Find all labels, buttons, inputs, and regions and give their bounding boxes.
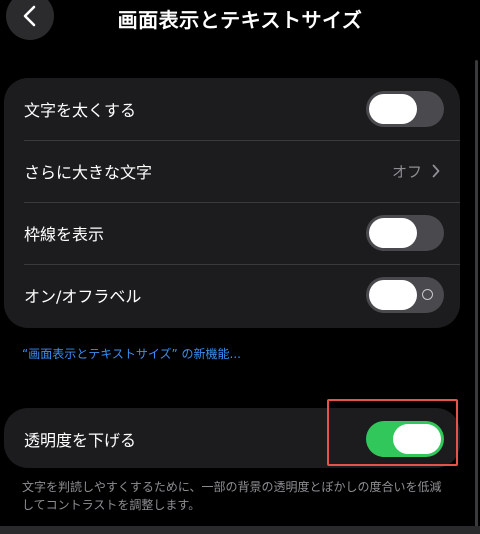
on-off-labels-row[interactable]: オン/オフラベル xyxy=(4,264,460,326)
whats-new-link[interactable]: “画面表示とテキストサイズ” の新機能... xyxy=(22,345,241,362)
button-shapes-label: 枠線を表示 xyxy=(24,225,105,244)
settings-group-text: 文字を太くする さらに大きな文字 オフ 枠線を表示 オン/オフラベル xyxy=(4,78,460,328)
reduce-transparency-description: 文字を判読しやすくするために、一部の背景の透明度とぼかしの度合いを低減してコント… xyxy=(22,480,442,512)
button-shapes-toggle[interactable] xyxy=(366,215,444,251)
bold-text-label: 文字を太くする xyxy=(24,101,137,120)
highlight-box xyxy=(327,399,458,466)
bottom-bar xyxy=(0,526,480,534)
off-indicator-icon xyxy=(422,289,433,300)
bold-text-row[interactable]: 文字を太くする xyxy=(4,78,460,140)
toggle-knob xyxy=(369,218,417,248)
chevron-right-icon xyxy=(432,164,440,178)
display-text-size-screen: 画面表示とテキストサイズ 文字を太くする さらに大きな文字 オフ 枠線を表示 オ… xyxy=(0,0,480,534)
navigation-header: 画面表示とテキストサイズ xyxy=(0,0,480,40)
toggle-knob xyxy=(369,94,417,124)
larger-text-value-wrap: オフ xyxy=(392,161,440,182)
toggle-knob xyxy=(369,280,417,310)
reduce-transparency-label: 透明度を下げる xyxy=(24,431,137,450)
scroll-indicator[interactable] xyxy=(475,60,478,530)
on-off-labels-label: オン/オフラベル xyxy=(24,287,142,306)
button-shapes-row[interactable]: 枠線を表示 xyxy=(4,202,460,264)
bold-text-toggle[interactable] xyxy=(366,91,444,127)
on-off-labels-toggle[interactable] xyxy=(366,277,444,313)
larger-text-row[interactable]: さらに大きな文字 オフ xyxy=(4,140,460,202)
larger-text-label: さらに大きな文字 xyxy=(24,163,153,182)
page-title: 画面表示とテキストサイズ xyxy=(117,8,363,32)
larger-text-value: オフ xyxy=(391,162,422,181)
